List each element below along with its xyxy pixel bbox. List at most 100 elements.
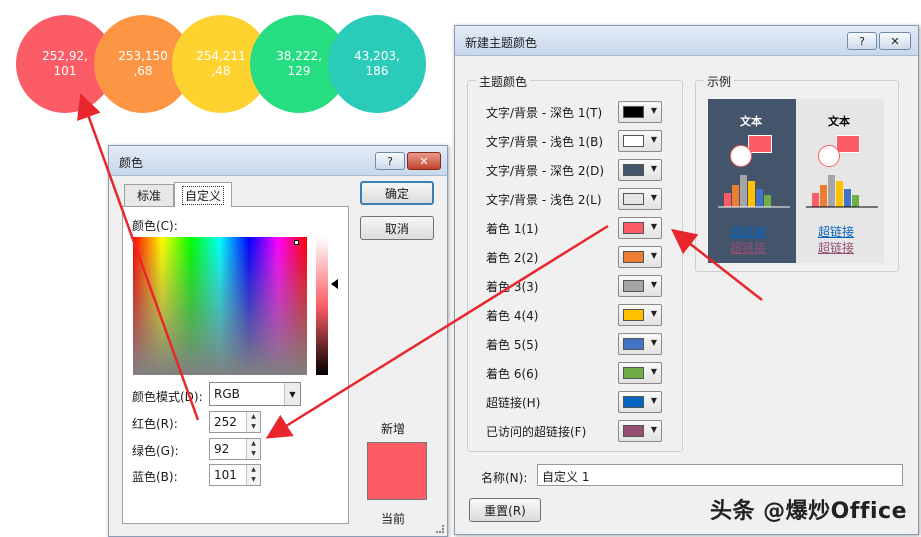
color-swatch bbox=[623, 251, 644, 263]
cancel-button[interactable]: 取消 bbox=[360, 216, 434, 240]
theme-row-label: 着色 5(5) bbox=[486, 338, 539, 352]
mode-select[interactable]: RGB ▼ bbox=[209, 382, 301, 406]
ok-button[interactable]: 确定 bbox=[360, 181, 434, 205]
color-dialog: 颜色 ? ✕ 标准 自定义 颜色(C): 颜色模式(D): RGB ▼ 红色(R… bbox=[108, 145, 448, 537]
red-spinner[interactable]: ▲ ▼ bbox=[246, 412, 260, 432]
red-label: 红色(R): bbox=[132, 417, 178, 431]
theme-color-picker[interactable]: ▼ bbox=[618, 333, 662, 355]
help-button[interactable]: ? bbox=[375, 152, 405, 170]
sample-light-link: 超链接 bbox=[818, 225, 855, 239]
chevron-down-icon: ▼ bbox=[650, 106, 657, 115]
theme-row-label: 着色 3(3) bbox=[486, 280, 539, 294]
blue-input[interactable]: 101 ▲ ▼ bbox=[209, 464, 261, 486]
theme-help-button[interactable]: ? bbox=[847, 32, 877, 50]
chevron-down-icon: ▼ bbox=[650, 338, 657, 347]
theme-row-label: 文字/背景 - 深色 2(D) bbox=[486, 164, 605, 178]
color-swatch bbox=[623, 135, 644, 147]
blue-label: 蓝色(B): bbox=[132, 470, 178, 484]
chevron-down-icon: ▼ bbox=[650, 222, 657, 231]
sample-label: 示例 bbox=[704, 73, 735, 90]
sample-shape-icon bbox=[836, 135, 860, 153]
name-input[interactable]: 自定义 1 bbox=[537, 464, 903, 486]
blue-spinner[interactable]: ▲ ▼ bbox=[246, 465, 260, 485]
theme-row-label: 文字/背景 - 浅色 2(L) bbox=[486, 193, 602, 207]
luminance-slider[interactable] bbox=[316, 237, 328, 375]
theme-color-picker[interactable]: ▼ bbox=[618, 391, 662, 413]
chevron-down-icon: ▼ bbox=[650, 135, 657, 144]
theme-color-picker[interactable]: ▼ bbox=[618, 246, 662, 268]
theme-color-picker[interactable]: ▼ bbox=[618, 420, 662, 442]
color-swatch bbox=[623, 425, 644, 437]
chevron-down-icon: ▼ bbox=[284, 383, 300, 405]
theme-row-label: 着色 6(6) bbox=[486, 367, 539, 381]
chevron-down-icon: ▼ bbox=[650, 367, 657, 376]
color-spectrum[interactable] bbox=[133, 237, 307, 375]
chevron-down-icon: ▼ bbox=[650, 425, 657, 434]
sample-dark-visited: 超链接 bbox=[730, 241, 767, 255]
green-spinner[interactable]: ▲ ▼ bbox=[246, 439, 260, 459]
theme-color-picker[interactable]: ▼ bbox=[618, 275, 662, 297]
current-label: 当前 bbox=[381, 512, 406, 526]
theme-color-picker[interactable]: ▼ bbox=[618, 217, 662, 239]
name-label: 名称(N): bbox=[481, 471, 528, 485]
sample-light-chart bbox=[806, 175, 878, 208]
close-button[interactable]: ✕ bbox=[407, 152, 441, 170]
green-label: 绿色(G): bbox=[132, 444, 179, 458]
theme-row-label: 超链接(H) bbox=[486, 396, 541, 410]
color-swatch bbox=[623, 280, 644, 292]
sample-light-text: 文本 bbox=[828, 115, 850, 128]
luminance-pointer-icon[interactable] bbox=[331, 279, 338, 289]
theme-close-button[interactable]: ✕ bbox=[879, 32, 911, 50]
theme-color-picker[interactable]: ▼ bbox=[618, 304, 662, 326]
theme-dialog-title: 新建主题颜色 bbox=[465, 36, 538, 50]
color-swatch bbox=[623, 222, 644, 234]
sample-light: 文本 超链接 超链接 bbox=[796, 99, 884, 263]
reset-button[interactable]: 重置(R) bbox=[469, 498, 541, 522]
sample-circle-icon bbox=[818, 145, 840, 167]
chevron-down-icon: ▼ bbox=[650, 309, 657, 318]
sample-dark-chart bbox=[718, 175, 790, 208]
sample-circle-icon bbox=[730, 145, 752, 167]
theme-row-label: 已访问的超链接(F) bbox=[486, 425, 587, 439]
theme-dialog: 新建主题颜色 ? ✕ 主题颜色 文字/背景 - 深色 1(T) ▼ 文字/背景 - … bbox=[454, 25, 919, 535]
theme-row-label: 文字/背景 - 深色 1(T) bbox=[486, 106, 603, 120]
sample-dark-link: 超链接 bbox=[730, 225, 767, 239]
color-swatch bbox=[623, 396, 644, 408]
color-circle-teal: 43,203, 186 bbox=[328, 15, 426, 113]
color-swatch bbox=[623, 309, 644, 321]
theme-color-picker[interactable]: ▼ bbox=[618, 159, 662, 181]
color-swatch bbox=[623, 164, 644, 176]
theme-color-picker[interactable]: ▼ bbox=[618, 130, 662, 152]
color-swatch bbox=[623, 338, 644, 350]
theme-color-picker[interactable]: ▼ bbox=[618, 101, 662, 123]
green-input[interactable]: 92 ▲ ▼ bbox=[209, 438, 261, 460]
theme-color-picker[interactable]: ▼ bbox=[618, 362, 662, 384]
sample-light-visited: 超链接 bbox=[818, 241, 855, 255]
theme-row-label: 着色 1(1) bbox=[486, 222, 539, 236]
tab-standard[interactable]: 标准 bbox=[124, 184, 174, 206]
sample-dark-text: 文本 bbox=[740, 115, 762, 128]
color-dialog-title: 颜色 bbox=[119, 156, 144, 170]
theme-colors-label: 主题颜色 bbox=[476, 73, 531, 90]
chevron-down-icon: ▼ bbox=[650, 193, 657, 202]
tab-custom[interactable]: 自定义 bbox=[174, 182, 232, 207]
theme-row-label: 文字/背景 - 浅色 1(B) bbox=[486, 135, 604, 149]
mode-label: 颜色模式(D): bbox=[132, 390, 203, 404]
color-dialog-titlebar[interactable]: 颜色 ? ✕ bbox=[109, 146, 447, 176]
sample-group: 示例 文本 超链接 超链接 文本 超链接 超链接 bbox=[695, 73, 899, 272]
new-label: 新增 bbox=[381, 422, 406, 436]
theme-dialog-titlebar[interactable]: 新建主题颜色 ? ✕ bbox=[455, 26, 918, 56]
color-swatch bbox=[623, 367, 644, 379]
theme-color-picker[interactable]: ▼ bbox=[618, 188, 662, 210]
color-swatch bbox=[623, 193, 644, 205]
chevron-down-icon: ▼ bbox=[650, 251, 657, 260]
sample-dark: 文本 超链接 超链接 bbox=[708, 99, 796, 263]
new-color-preview bbox=[367, 442, 427, 500]
chevron-down-icon: ▼ bbox=[650, 396, 657, 405]
sample-shape-icon bbox=[748, 135, 772, 153]
color-swatch bbox=[623, 106, 644, 118]
red-input[interactable]: 252 ▲ ▼ bbox=[209, 411, 261, 433]
resize-grip-icon[interactable] bbox=[436, 525, 444, 533]
spectrum-crosshair-icon bbox=[294, 240, 299, 245]
chevron-down-icon: ▼ bbox=[650, 164, 657, 173]
